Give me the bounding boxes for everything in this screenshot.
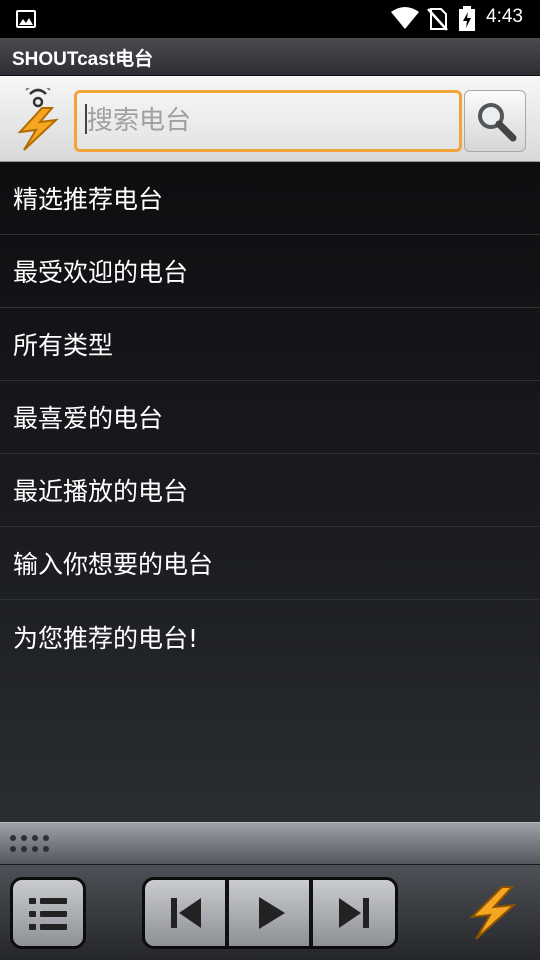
menu-item-all-genres[interactable]: 所有类型 (0, 308, 540, 381)
player-bar (0, 864, 540, 960)
menu-item-enter-station[interactable]: 输入你想要的电台 (0, 527, 540, 600)
playlist-button[interactable] (10, 877, 86, 949)
shoutcast-logo (17, 88, 59, 151)
next-icon (339, 898, 369, 928)
next-button[interactable] (313, 880, 395, 946)
no-sim-icon (427, 8, 448, 31)
play-icon (259, 897, 285, 929)
play-button[interactable] (229, 880, 311, 946)
app-title-bar: SHOUTcast电台 (0, 38, 540, 76)
menu-item-favorites[interactable]: 最喜爱的电台 (0, 381, 540, 454)
previous-icon (171, 898, 201, 928)
shoutcast-bolt-icon[interactable] (462, 883, 522, 943)
search-header (0, 76, 540, 162)
search-input[interactable] (74, 90, 462, 152)
status-bar: 4:43 (0, 0, 540, 38)
grip-dots-icon (10, 833, 56, 855)
menu-item-popular[interactable]: 最受欢迎的电台 (0, 235, 540, 308)
station-menu: 精选推荐电台 最受欢迎的电台 所有类型 最喜爱的电台 最近播放的电台 输入你想要… (0, 162, 540, 822)
image-notification-icon (16, 10, 36, 28)
list-icon (29, 898, 67, 930)
clock: 4:43 (486, 6, 523, 27)
battery-charging-icon (459, 6, 475, 31)
previous-button[interactable] (145, 880, 227, 946)
search-icon (478, 103, 517, 142)
menu-item-recommended[interactable]: 为您推荐的电台! (0, 600, 540, 673)
drawer-handle[interactable] (0, 822, 540, 864)
search-button[interactable] (464, 90, 526, 152)
wifi-icon (391, 7, 419, 29)
text-cursor (85, 104, 87, 134)
menu-item-featured[interactable]: 精选推荐电台 (0, 162, 540, 235)
app-title: SHOUTcast电台 (12, 49, 154, 70)
menu-item-recent[interactable]: 最近播放的电台 (0, 454, 540, 527)
transport-controls (142, 877, 398, 949)
